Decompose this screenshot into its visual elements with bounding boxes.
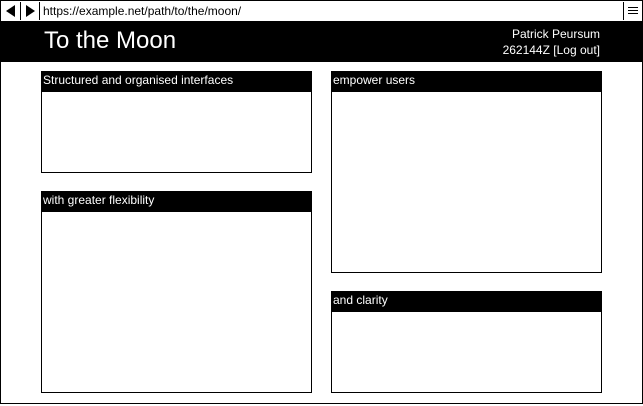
app-header: To the Moon Patrick Peursum 262144Z [Log… (1, 22, 642, 62)
user-id: 262144Z (502, 43, 550, 57)
user-name: Patrick Peursum (511, 27, 600, 41)
panel-greater-flexibility: with greater flexibility (41, 191, 312, 393)
panel-title: Structured and organised interfaces (42, 72, 311, 92)
user-info: Patrick Peursum 262144Z [Log out] (503, 26, 600, 58)
forward-button[interactable] (21, 2, 40, 20)
url-bar[interactable]: https://example.net/path/to/the/moon/ (41, 1, 623, 21)
hamburger-menu-icon (628, 2, 638, 20)
panel-title: and clarity (332, 292, 601, 312)
panel-structured-interfaces: Structured and organised interfaces (41, 71, 312, 173)
back-button[interactable] (2, 2, 21, 20)
user-id-line: 262144Z [Log out] (503, 42, 600, 58)
panel-title: with greater flexibility (42, 192, 311, 212)
back-arrow-icon (6, 5, 16, 17)
forward-arrow-icon (25, 5, 35, 17)
panel-title: empower users (332, 72, 601, 92)
panel-empower-users: empower users (331, 71, 602, 273)
browser-toolbar: https://example.net/path/to/the/moon/ (1, 1, 642, 22)
page-title: To the Moon (44, 27, 177, 54)
browser-window: https://example.net/path/to/the/moon/ To… (0, 0, 643, 404)
panel-and-clarity: and clarity (331, 291, 602, 393)
logout-link[interactable]: [Log out] (553, 43, 600, 57)
menu-button[interactable] (623, 2, 642, 20)
